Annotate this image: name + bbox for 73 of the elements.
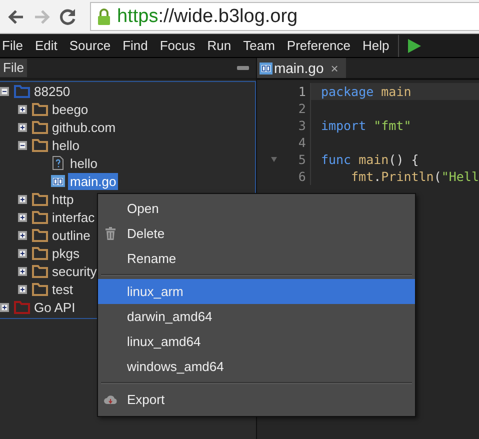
tree-item[interactable]: test — [50, 280, 75, 298]
menu-item[interactable]: Preference — [282, 38, 358, 53]
editor-tab[interactable]: main.go × — [256, 58, 346, 78]
menu-item[interactable]: Delete — [98, 221, 415, 246]
code-line: func main() { — [320, 151, 420, 168]
tree-item[interactable]: Go API — [32, 298, 78, 316]
menu-item[interactable]: linux_amd64 — [98, 329, 415, 354]
expand-icon[interactable] — [18, 248, 27, 258]
folder-icon — [32, 102, 48, 116]
menu-item[interactable]: Rename — [98, 246, 415, 271]
run-icon[interactable] — [407, 38, 422, 52]
tree-item[interactable]: beego — [50, 100, 90, 118]
folder-icon — [32, 120, 48, 134]
code-line: import "fmt" — [320, 117, 412, 134]
expand-icon[interactable] — [18, 194, 27, 204]
tree-item[interactable]: pkgs — [50, 244, 82, 262]
expand-icon[interactable] — [18, 284, 27, 294]
folder-icon — [32, 192, 48, 206]
cloud-icon — [104, 393, 117, 406]
folder-icon — [32, 282, 48, 296]
folder-icon — [32, 264, 48, 278]
menu-item[interactable]: Export — [98, 387, 415, 412]
tree-item[interactable]: http — [50, 190, 76, 208]
tree-item[interactable]: main.go — [68, 172, 118, 190]
tree-item[interactable]: interfac — [50, 208, 97, 226]
minimize-icon[interactable] — [236, 66, 249, 70]
line-number: 1 — [298, 84, 306, 99]
reload-icon[interactable] — [58, 6, 78, 26]
expand-icon[interactable] — [18, 230, 27, 240]
tree-item[interactable]: security — [50, 262, 99, 280]
lock-icon — [97, 8, 111, 26]
line-number: 3 — [298, 118, 306, 133]
line-number: 2 — [298, 101, 306, 116]
go-file-icon — [50, 174, 66, 188]
trash-icon — [104, 227, 117, 240]
menu-item[interactable]: Run — [202, 38, 238, 53]
menu-item[interactable]: linux_arm — [98, 279, 415, 304]
menu-item[interactable]: Focus — [154, 38, 202, 53]
tree-item[interactable]: 88250 — [32, 82, 72, 100]
menu-item[interactable]: Find — [118, 38, 155, 53]
menu-item[interactable]: darwin_amd64 — [98, 304, 415, 329]
unknown-file-icon — [50, 156, 66, 170]
close-button[interactable]: × — [330, 60, 338, 76]
folder-icon — [32, 228, 48, 242]
collapse-icon[interactable] — [18, 140, 27, 150]
line-number: 4 — [298, 135, 306, 150]
expand-icon[interactable] — [18, 212, 27, 222]
go-file-icon — [258, 62, 273, 74]
menu-item[interactable]: Help — [358, 38, 396, 53]
expand-icon[interactable] — [18, 266, 27, 276]
menu-item[interactable]: Team — [238, 38, 282, 53]
folder-icon — [32, 138, 48, 152]
tree-item[interactable]: hello — [68, 154, 100, 172]
menu-item[interactable]: File — [0, 38, 30, 53]
folder-icon — [32, 246, 48, 260]
line-number: 5 — [298, 152, 306, 167]
tree-item[interactable]: hello — [50, 136, 82, 154]
expand-icon[interactable] — [0, 302, 9, 312]
tree-item[interactable]: github.com — [50, 118, 118, 136]
panel-tab[interactable]: File — [0, 59, 27, 77]
menu-item[interactable]: Edit — [30, 38, 64, 53]
folder-icon — [32, 210, 48, 224]
menu-item[interactable]: windows_amd64 — [98, 354, 415, 379]
code-line: fmt.Println("Hell — [350, 168, 479, 185]
line-number: 6 — [298, 169, 306, 184]
expand-icon[interactable] — [18, 122, 27, 132]
tree-item[interactable]: outline — [50, 226, 92, 244]
expand-icon[interactable] — [18, 104, 27, 114]
menu-item[interactable]: Open — [98, 196, 415, 221]
address-bar[interactable]: https://wide.b3log.org — [90, 2, 479, 31]
collapse-icon[interactable] — [0, 86, 9, 96]
menu-item[interactable]: Source — [64, 38, 118, 53]
url-text: https://wide.b3log.org — [117, 6, 298, 28]
